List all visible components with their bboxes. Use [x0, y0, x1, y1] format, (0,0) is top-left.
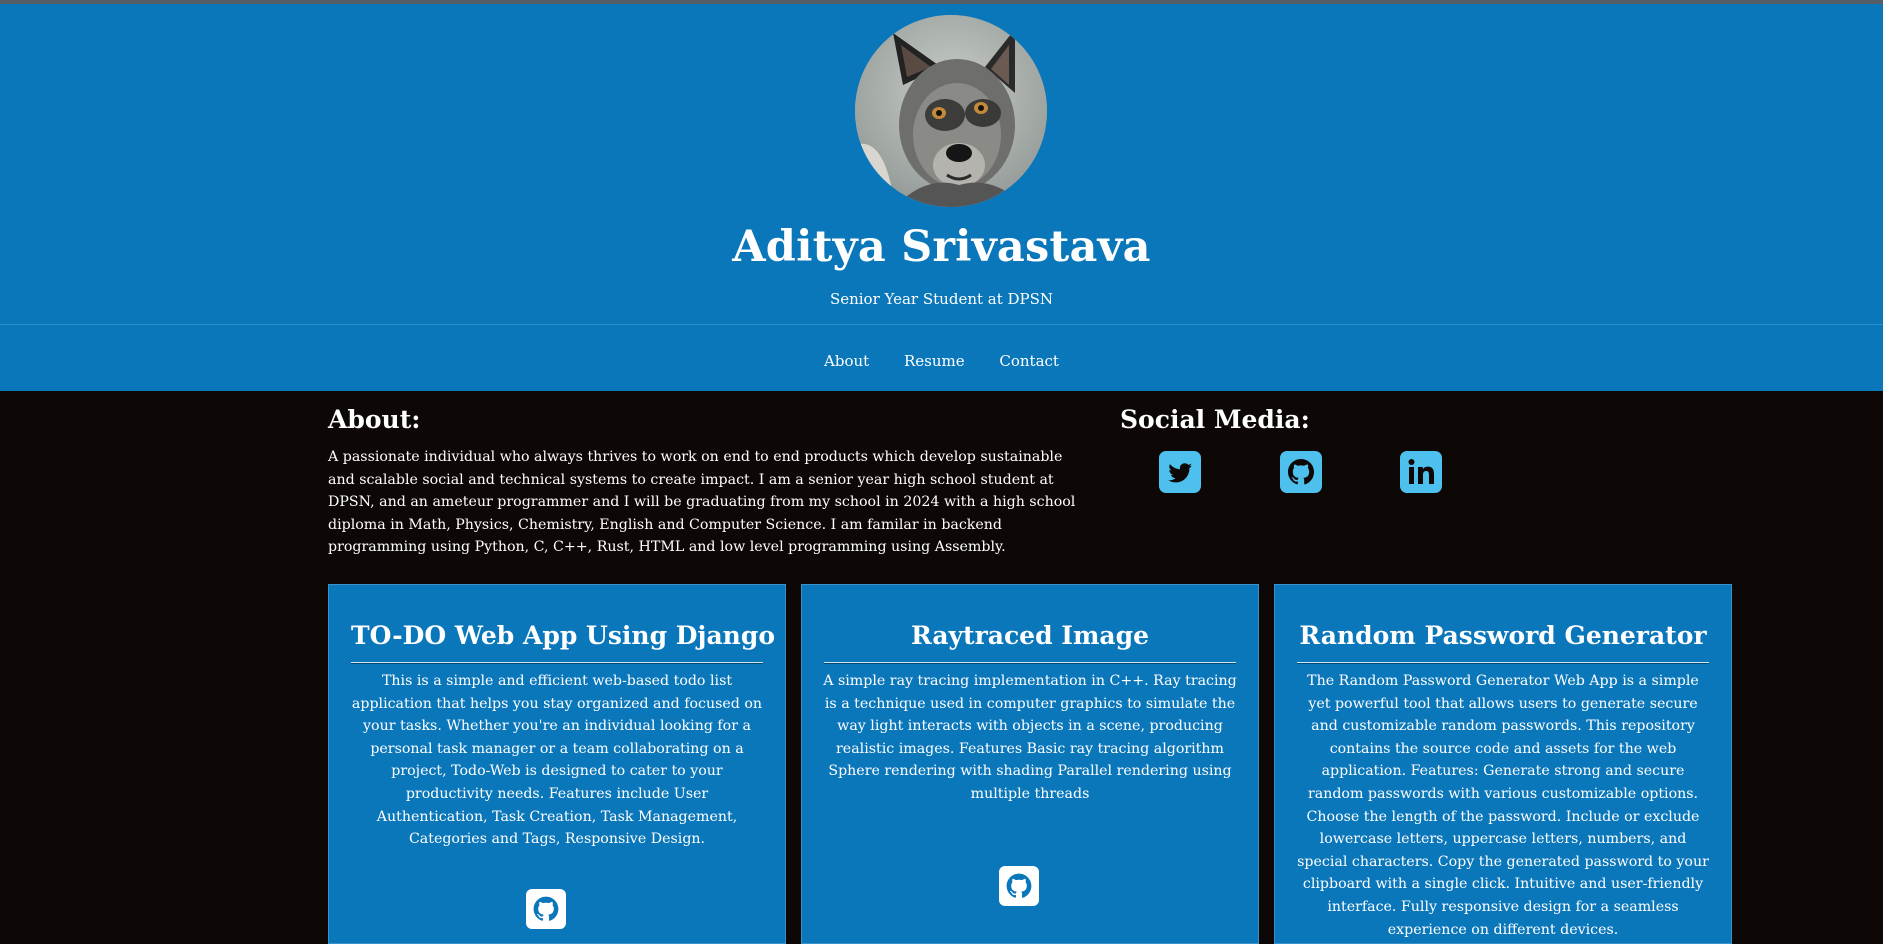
- profile-avatar: [855, 15, 1047, 207]
- about-heading: About:: [328, 405, 421, 434]
- profile-name: Aditya Srivastava: [732, 222, 1151, 272]
- card-divider: [351, 662, 763, 663]
- github-icon[interactable]: [999, 866, 1039, 906]
- profile-header: Aditya Srivastava Senior Year Student at…: [0, 4, 1883, 391]
- project-description: The Random Password Generator Web App is…: [1297, 673, 1709, 938]
- card-divider: [824, 662, 1236, 663]
- github-icon[interactable]: [1280, 451, 1322, 493]
- profile-subtitle: Senior Year Student at DPSN: [829, 290, 1054, 308]
- about-text: A passionate individual who always thriv…: [328, 449, 1076, 556]
- header-divider: [0, 324, 1883, 325]
- nav-link-contact[interactable]: Contact: [999, 352, 1059, 370]
- project-title: Random Password Generator: [1299, 621, 1707, 650]
- dog-photo: [855, 15, 1047, 207]
- social-media-heading: Social Media:: [1120, 405, 1310, 434]
- project-card-raytracer: Raytraced Image A simple ray tracing imp…: [801, 584, 1259, 944]
- nav-link-about[interactable]: About: [824, 352, 869, 370]
- linkedin-icon[interactable]: [1400, 451, 1442, 493]
- project-description: This is a simple and efficient web-based…: [351, 673, 763, 848]
- card-divider: [1297, 662, 1709, 663]
- twitter-icon[interactable]: [1159, 451, 1201, 493]
- project-card-password-generator: Random Password Generator The Random Pas…: [1274, 584, 1732, 944]
- main-nav: About Resume Contact: [0, 352, 1883, 370]
- project-description: A simple ray tracing implementation in C…: [823, 673, 1237, 802]
- nav-link-resume[interactable]: Resume: [904, 352, 965, 370]
- project-title: Raytraced Image: [910, 621, 1150, 650]
- project-card-todo: TO-DO Web App Using Django This is a sim…: [328, 584, 786, 944]
- project-title: TO-DO Web App Using Django: [351, 621, 776, 650]
- github-icon[interactable]: [526, 889, 566, 929]
